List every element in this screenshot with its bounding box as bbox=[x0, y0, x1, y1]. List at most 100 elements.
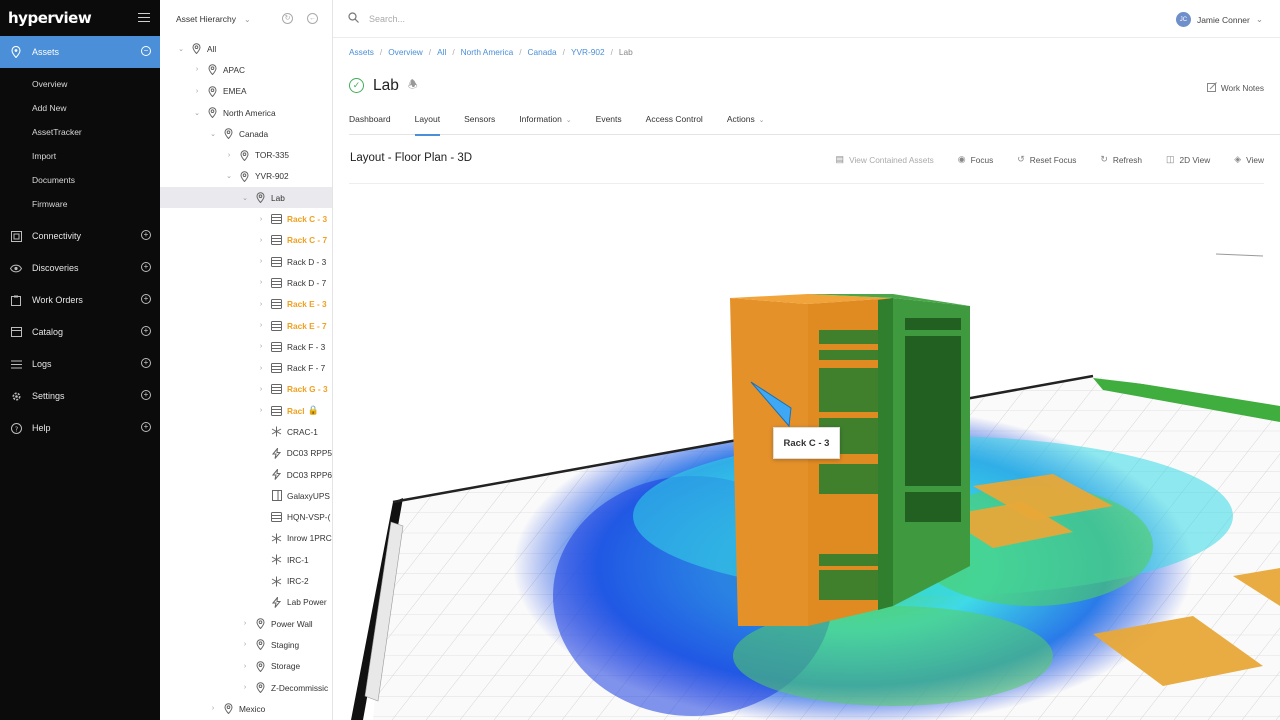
nav-sub-assettracker[interactable]: AssetTracker bbox=[0, 120, 160, 144]
expand-icon[interactable]: + bbox=[141, 358, 151, 368]
breadcrumb-item[interactable]: YVR-902 bbox=[571, 47, 605, 57]
asset-hierarchy-header[interactable]: Asset Hierarchy ⌄ ↻ ← bbox=[160, 0, 332, 38]
collapse-icon[interactable]: ← bbox=[307, 13, 318, 24]
tree-node[interactable]: IRC-1 bbox=[160, 549, 332, 570]
tab-access-control[interactable]: Access Control bbox=[646, 110, 703, 135]
tree-node[interactable]: › Rack E - 7 bbox=[160, 315, 332, 336]
tab-sensors[interactable]: Sensors bbox=[464, 110, 495, 135]
expand-icon[interactable]: + bbox=[141, 230, 151, 240]
tree-node[interactable]: HQN-VSP-( bbox=[160, 507, 332, 528]
tab-layout[interactable]: Layout bbox=[414, 110, 440, 136]
tree-node[interactable]: GalaxyUPS bbox=[160, 485, 332, 506]
tree-node[interactable]: › APAC bbox=[160, 59, 332, 80]
chevron-right-icon[interactable]: › bbox=[256, 365, 266, 372]
expand-icon[interactable]: + bbox=[141, 262, 151, 272]
breadcrumb-item[interactable]: North America bbox=[461, 47, 514, 57]
chevron-right-icon[interactable]: › bbox=[240, 663, 250, 670]
nav-catalog[interactable]: Catalog + bbox=[0, 316, 160, 348]
tree-node[interactable]: › Racl 🔒 bbox=[160, 400, 332, 421]
chevron-right-icon[interactable]: › bbox=[256, 386, 266, 393]
breadcrumb-item[interactable]: Canada bbox=[528, 47, 557, 57]
expand-icon[interactable]: + bbox=[141, 294, 151, 304]
view-contained-assets-button[interactable]: ▤ View Contained Assets bbox=[836, 154, 934, 165]
chevron-right-icon[interactable]: › bbox=[240, 641, 250, 648]
tree-node[interactable]: › Power Wall bbox=[160, 613, 332, 634]
chevron-right-icon[interactable]: › bbox=[208, 705, 218, 712]
tree-node[interactable]: ⌄ All bbox=[160, 38, 332, 59]
2d-view-button[interactable]: ◫ 2D View bbox=[1166, 154, 1210, 165]
tab-actions[interactable]: Actions ⌄ bbox=[727, 110, 765, 135]
expand-icon[interactable]: + bbox=[141, 390, 151, 400]
nav-sub-documents[interactable]: Documents bbox=[0, 168, 160, 192]
chevron-right-icon[interactable]: › bbox=[256, 216, 266, 223]
tree-node[interactable]: › Rack G - 3 bbox=[160, 379, 332, 400]
tree-node[interactable]: › Rack D - 3 bbox=[160, 251, 332, 272]
tree-node[interactable]: › Rack F - 7 bbox=[160, 357, 332, 378]
chevron-right-icon[interactable]: › bbox=[256, 279, 266, 286]
nav-logs[interactable]: Logs + bbox=[0, 348, 160, 380]
tree-node[interactable]: › Rack C - 7 bbox=[160, 230, 332, 251]
nav-discoveries[interactable]: Discoveries + bbox=[0, 252, 160, 284]
sync-icon[interactable]: ↻ bbox=[282, 13, 293, 24]
search-input[interactable] bbox=[369, 13, 669, 24]
nav-assets[interactable]: Assets − bbox=[0, 36, 160, 68]
tree-node[interactable]: › Rack E - 3 bbox=[160, 294, 332, 315]
hamburger-menu-icon[interactable] bbox=[138, 13, 150, 23]
nav-sub-import[interactable]: Import bbox=[0, 144, 160, 168]
tree-node[interactable]: › Rack F - 3 bbox=[160, 336, 332, 357]
chevron-down-icon[interactable]: ⌄ bbox=[224, 172, 234, 180]
nav-sub-add-new[interactable]: Add New bbox=[0, 96, 160, 120]
chevron-down-icon[interactable]: ⌄ bbox=[192, 109, 202, 117]
nav-sub-overview[interactable]: Overview bbox=[0, 72, 160, 96]
tree-node[interactable]: DC03 RPP6 bbox=[160, 464, 332, 485]
tree-node[interactable]: DC03 RPP5 bbox=[160, 443, 332, 464]
chevron-right-icon[interactable]: › bbox=[256, 301, 266, 308]
breadcrumb-item[interactable]: Overview bbox=[388, 47, 423, 57]
chevron-right-icon[interactable]: › bbox=[224, 152, 234, 159]
nav-connectivity[interactable]: Connectivity + bbox=[0, 220, 160, 252]
chevron-right-icon[interactable]: › bbox=[256, 237, 266, 244]
tree-node[interactable]: ⌄ YVR-902 bbox=[160, 166, 332, 187]
tree-node[interactable]: › Storage bbox=[160, 656, 332, 677]
tree-node[interactable]: › Staging bbox=[160, 634, 332, 655]
floor-plan-3d-viewport[interactable]: Rack C - 3 bbox=[333, 186, 1280, 720]
view-button[interactable]: ◈ View bbox=[1234, 154, 1264, 165]
nav-settings[interactable]: Settings + bbox=[0, 380, 160, 412]
chevron-right-icon[interactable]: › bbox=[192, 88, 202, 95]
tab-information[interactable]: Information ⌄ bbox=[519, 110, 571, 135]
breadcrumb-item[interactable]: All bbox=[437, 47, 446, 57]
tree-node[interactable]: › Z-Decommissic bbox=[160, 677, 332, 698]
nav-sub-firmware[interactable]: Firmware bbox=[0, 192, 160, 216]
tree-node[interactable]: Lab Power bbox=[160, 592, 332, 613]
chevron-down-icon[interactable]: ⌄ bbox=[176, 45, 186, 53]
hyperview-logo[interactable]: hyperview bbox=[8, 9, 92, 27]
reset-focus-button[interactable]: ↺ Reset Focus bbox=[1017, 154, 1076, 165]
tree-node[interactable]: › Mexico bbox=[160, 698, 332, 719]
tree-node[interactable]: › TOR-335 bbox=[160, 144, 332, 165]
chevron-down-icon[interactable]: ⌄ bbox=[208, 130, 218, 138]
tree-node[interactable]: IRC-2 bbox=[160, 570, 332, 591]
tab-events[interactable]: Events bbox=[596, 110, 622, 135]
chevron-right-icon[interactable]: › bbox=[240, 620, 250, 627]
chevron-right-icon[interactable]: › bbox=[240, 684, 250, 691]
collapse-icon[interactable]: − bbox=[141, 46, 151, 56]
work-notes-button[interactable]: Work Notes bbox=[1206, 82, 1264, 94]
tree-node[interactable]: ⌄ Lab bbox=[160, 187, 332, 209]
nav-help[interactable]: ? Help + bbox=[0, 412, 160, 444]
tree-node[interactable]: ⌄ Canada bbox=[160, 123, 332, 144]
tree-node[interactable]: ⌄ North America bbox=[160, 102, 332, 123]
tree-node[interactable]: CRAC-1 bbox=[160, 421, 332, 442]
user-menu[interactable]: JC Jamie Conner ⌄ bbox=[1175, 12, 1263, 27]
chevron-down-icon[interactable]: ⌄ bbox=[240, 194, 250, 202]
bell-icon[interactable]: 🕭 bbox=[408, 76, 418, 95]
tab-dashboard[interactable]: Dashboard bbox=[349, 110, 391, 135]
expand-icon[interactable]: + bbox=[141, 422, 151, 432]
chevron-right-icon[interactable]: › bbox=[256, 258, 266, 265]
chevron-right-icon[interactable]: › bbox=[192, 66, 202, 73]
tree-node[interactable]: › EMEA bbox=[160, 81, 332, 102]
tree-node[interactable]: › Rack C - 3 bbox=[160, 208, 332, 229]
refresh-button[interactable]: ↻ Refresh bbox=[1100, 154, 1142, 165]
tree-node[interactable]: › Rack D - 7 bbox=[160, 272, 332, 293]
focus-button[interactable]: ◉ Focus bbox=[958, 154, 993, 165]
breadcrumb-item[interactable]: Assets bbox=[349, 47, 374, 57]
